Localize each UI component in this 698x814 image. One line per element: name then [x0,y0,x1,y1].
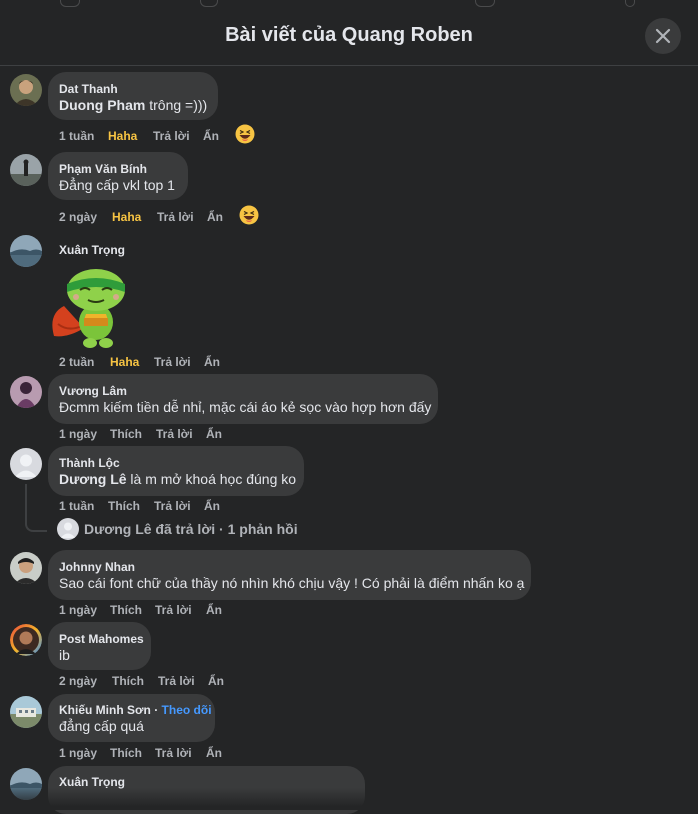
comment-text: Đcmm kiếm tiền dễ nhỉ, mặc cái áo kẻ sọc… [59,399,432,415]
close-icon [655,28,671,44]
comment-time[interactable]: 1 ngày [59,603,97,617]
hide-button[interactable]: Ẩn [206,427,222,441]
reply-button[interactable]: Trả lời [154,355,191,369]
comment-author[interactable]: Vương Lâm [59,384,127,398]
comment-author[interactable]: Thành Lộc [59,456,120,470]
reply-avatar [57,518,79,540]
like-button[interactable]: Thích [112,674,144,688]
hide-button[interactable]: Ẩn [204,499,220,513]
reply-button[interactable]: Trả lời [158,674,195,688]
background-ghost [475,0,495,7]
hide-button[interactable]: Ẩn [208,674,224,688]
comment-text: Đẳng cấp vkl top 1 [59,177,175,193]
comment-text: ib [59,647,70,663]
avatar[interactable] [10,74,42,106]
comment-text: Sao cái font chữ của thầy nó nhìn khó ch… [59,575,525,591]
avatar[interactable] [10,235,42,267]
background-ghost [200,0,218,7]
scroll-fade [0,788,698,810]
comment-text: Duong Pham trông =))) [59,97,208,113]
haha-emoji-icon[interactable] [239,205,259,225]
reply-button[interactable]: Trả lời [156,427,193,441]
comment-time[interactable]: 1 tuần [59,129,94,143]
comment-author: Khiếu Minh Sơn · Theo dõi [59,703,212,717]
author-name-link[interactable]: Khiếu Minh Sơn [59,703,151,717]
hide-button[interactable]: Ẩn [206,746,222,760]
avatar[interactable] [10,376,42,408]
turtle-superhero-sticker[interactable] [50,266,130,350]
dialog-title: Bài viết của Quang Roben [225,24,473,46]
reaction-button[interactable]: Haha [112,210,141,224]
reply-button[interactable]: Trả lời [157,210,194,224]
like-button[interactable]: Thích [110,427,142,441]
comment-author[interactable]: Post Mahomes [59,632,144,646]
close-button[interactable] [645,18,681,54]
like-button[interactable]: Thích [110,746,142,760]
background-ghost [625,0,635,7]
dialog-header: Bài viết của Quang Roben [0,0,698,66]
reaction-button[interactable]: Haha [108,129,137,143]
comment-text: đẳng cấp quá [59,718,144,734]
comment-time[interactable]: 1 ngày [59,427,97,441]
reaction-button[interactable]: Haha [110,355,139,369]
avatar[interactable] [10,448,42,480]
reply-button[interactable]: Trả lời [155,603,192,617]
comment-author[interactable]: Xuân Trọng [59,775,125,789]
comment-author[interactable]: Johnny Nhan [59,560,135,574]
like-button[interactable]: Thích [108,499,140,513]
haha-emoji-icon[interactable] [235,124,255,144]
hide-button[interactable]: Ẩn [204,355,220,369]
comment-time[interactable]: 1 ngày [59,746,97,760]
hide-button[interactable]: Ẩn [206,603,222,617]
reply-button[interactable]: Trả lời [154,499,191,513]
follow-link[interactable]: Theo dõi [162,703,212,717]
comment-time[interactable]: 1 tuần [59,499,94,513]
avatar[interactable] [10,696,42,728]
hide-button[interactable]: Ẩn [203,129,219,143]
avatar[interactable] [10,154,42,186]
comment-author[interactable]: Phạm Văn Bính [59,162,147,176]
comment-author[interactable]: Dat Thanh [59,82,118,96]
mention-link[interactable]: Duong Pham [59,97,145,113]
reply-button[interactable]: Trả lời [153,129,190,143]
comment-text: Dương Lê là m mở khoá học đúng ko [59,471,297,487]
like-button[interactable]: Thích [110,603,142,617]
reply-button[interactable]: Trả lời [155,746,192,760]
mention-link[interactable]: Dương Lê [59,471,127,487]
background-ghost [60,0,80,7]
view-replies-link[interactable]: Dương Lê đã trả lời · 1 phản hồi [84,521,298,537]
comment-time[interactable]: 2 ngày [59,210,97,224]
comment-time[interactable]: 2 tuần [59,355,94,369]
comment-author[interactable]: Xuân Trọng [59,243,125,257]
comment-time[interactable]: 2 ngày [59,674,97,688]
thread-connector [25,484,47,532]
avatar[interactable] [10,552,42,584]
avatar[interactable] [10,624,42,656]
hide-button[interactable]: Ẩn [207,210,223,224]
